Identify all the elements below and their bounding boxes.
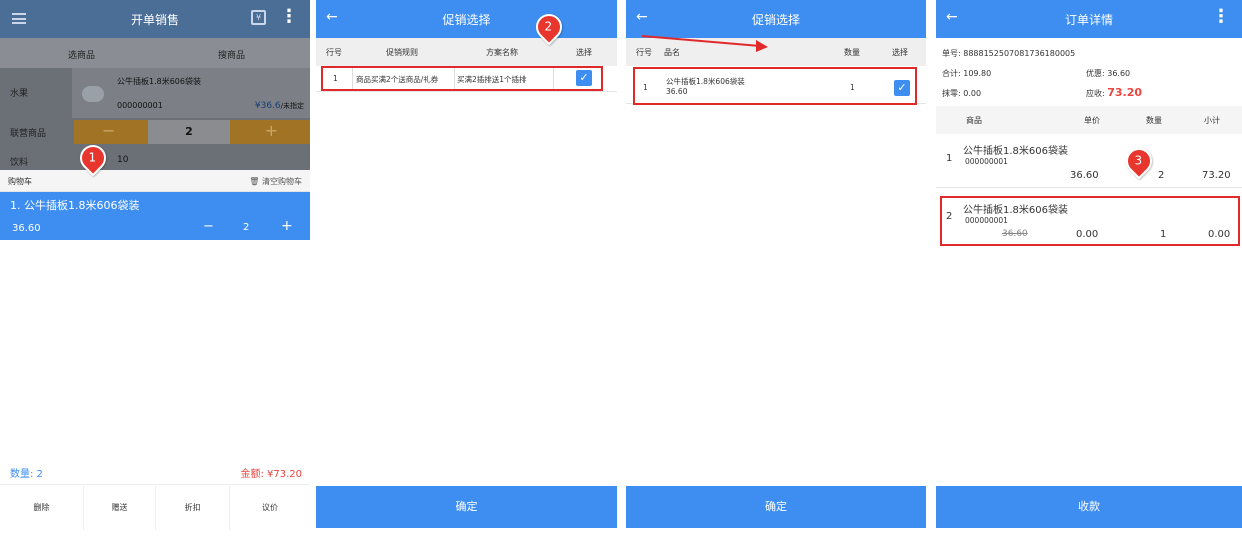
col-row-no: 行号 xyxy=(326,48,342,57)
receivable-label: 应收: xyxy=(1086,89,1105,98)
edit-price-icon[interactable]: ¥ xyxy=(251,10,266,25)
cart-item[interactable]: 1. 公牛插板1.8米606袋装 36.60 − 2 + xyxy=(0,192,310,240)
order-number: 单号: 8888152507081736180005 xyxy=(942,49,1076,58)
col-price: 单价 xyxy=(1084,116,1100,125)
delete-button[interactable]: 删除 xyxy=(0,486,84,530)
quantity-summary: 数量: 2 xyxy=(10,469,43,480)
clear-cart-button[interactable]: 🗑 清空购物车 xyxy=(249,176,302,187)
minus-button[interactable]: − xyxy=(102,121,115,140)
item-no: 1 xyxy=(946,153,953,164)
clear-cart-label: 清空购物车 xyxy=(262,177,302,186)
col-select: 选择 xyxy=(576,48,592,57)
quantity-stepper: − 2 + xyxy=(74,120,310,144)
order-item-row[interactable]: 1 公牛插板1.8米606袋装 000000001 36.60 2 73.20 xyxy=(936,136,1242,188)
cart-item-price: 36.60 xyxy=(12,223,41,234)
col-plan: 方案名称 xyxy=(486,48,518,57)
more-icon[interactable]: ⋮ xyxy=(1212,7,1230,27)
table-header: 行号 促销规则 方案名称 选择 xyxy=(316,38,617,66)
col-subtotal: 小计 xyxy=(1204,116,1220,125)
cart-label: 购物车 xyxy=(8,177,32,186)
cart-bar: 购物车 🗑 清空购物车 xyxy=(0,170,310,192)
header: ← 促销选择 xyxy=(316,0,617,38)
order-total: 合计: 109.80 xyxy=(942,69,992,78)
item-code: 000000001 xyxy=(965,157,1008,166)
screen-order-detail: ← 订单详情 ⋮ 单号: 8888152507081736180005 合计: … xyxy=(936,0,1242,536)
amount-summary: 金额: ¥73.20 xyxy=(240,469,302,480)
col-rule: 促销规则 xyxy=(386,48,418,57)
col-select: 选择 xyxy=(892,48,908,57)
stepper-value[interactable]: 2 xyxy=(148,120,230,144)
cart-item-qty: 2 xyxy=(243,222,250,233)
order-rounding: 抹零: 0.00 xyxy=(942,89,982,98)
product-card[interactable]: 公牛插板1.8米606袋装 000000001 ¥36.6/未指定 xyxy=(72,68,310,118)
item-price: 36.60 xyxy=(1070,170,1099,181)
cart-item-name: 1. 公牛插板1.8米606袋装 xyxy=(10,199,140,212)
highlight-box xyxy=(633,67,917,105)
negotiate-price-button[interactable]: 议价 xyxy=(230,486,310,530)
product-price: ¥36.6/未指定 xyxy=(255,101,304,111)
items-header: 商品 单价 数量 小计 xyxy=(936,106,1242,134)
gift-button[interactable]: 赠送 xyxy=(84,486,156,530)
screen-promotion-select: ← 促销选择 行号 促销规则 方案名称 选择 1 商品买满2个送商品/礼券 买满… xyxy=(316,0,617,536)
page-title: 订单详情 xyxy=(1064,13,1113,27)
col-qty: 数量 xyxy=(1146,116,1162,125)
highlight-box xyxy=(940,196,1240,246)
arrow-annotation xyxy=(641,35,768,52)
tab-select-product[interactable]: 选商品 xyxy=(68,48,95,61)
tab-search-product[interactable]: 搜商品 xyxy=(218,48,245,61)
summary-bar: 数量: 2 金额: ¥73.20 xyxy=(0,457,310,485)
item-subtotal: 73.20 xyxy=(1202,170,1231,181)
col-product: 商品 xyxy=(966,116,982,125)
product-name: 公牛插板1.8米606袋装 xyxy=(117,77,201,86)
collect-payment-button[interactable]: 收款 xyxy=(936,486,1242,528)
more-icon[interactable]: ⋮ xyxy=(280,7,298,27)
header: ← 订单详情 ⋮ xyxy=(936,0,1242,38)
item-qty: 2 xyxy=(1158,170,1165,181)
cart-plus-button[interactable]: + xyxy=(281,218,293,234)
discount-button[interactable]: 折扣 xyxy=(156,486,230,530)
next-product-code: 10 xyxy=(117,155,129,165)
page-title: 促销选择 xyxy=(751,13,800,27)
pin-label: 1 xyxy=(88,150,97,165)
cart-minus-button[interactable]: − xyxy=(203,219,214,234)
price-value: ¥36.6 xyxy=(254,101,281,111)
category-item[interactable]: 联营商品 xyxy=(10,126,80,139)
pin-label: 3 xyxy=(1134,153,1143,168)
screen-promotion-gift-select: ← 促销选择 行号 品名 数量 选择 1 公牛插板1.8米606袋装 36.60… xyxy=(626,0,926,536)
cart-icon xyxy=(82,86,104,102)
item-name: 公牛插板1.8米606袋装 xyxy=(963,146,1068,157)
order-discount: 优惠: 36.60 xyxy=(1086,69,1131,78)
col-qty: 数量 xyxy=(844,48,860,57)
product-code: 000000001 xyxy=(117,101,163,110)
product-tabs: 选商品 搜商品 xyxy=(0,38,310,68)
highlight-box xyxy=(321,66,603,91)
screen-checkout: 开单销售 ¥ ⋮ 选商品 搜商品 水果 联营商品 饮料 公牛插板1.8米606袋… xyxy=(0,0,310,536)
order-receivable: 应收: 73.20 xyxy=(1086,86,1142,99)
confirm-button[interactable]: 确定 xyxy=(626,486,926,528)
price-note: /未指定 xyxy=(280,102,304,110)
receivable-value: 73.20 xyxy=(1107,86,1143,99)
confirm-button[interactable]: 确定 xyxy=(316,486,617,528)
category-item[interactable]: 水果 xyxy=(10,86,80,99)
page-title: 促销选择 xyxy=(442,13,491,27)
category-item[interactable]: 饮料 xyxy=(10,155,80,168)
pin-label: 2 xyxy=(544,19,553,34)
plus-button[interactable]: + xyxy=(265,121,278,140)
header: 开单销售 ¥ ⋮ xyxy=(0,0,310,38)
